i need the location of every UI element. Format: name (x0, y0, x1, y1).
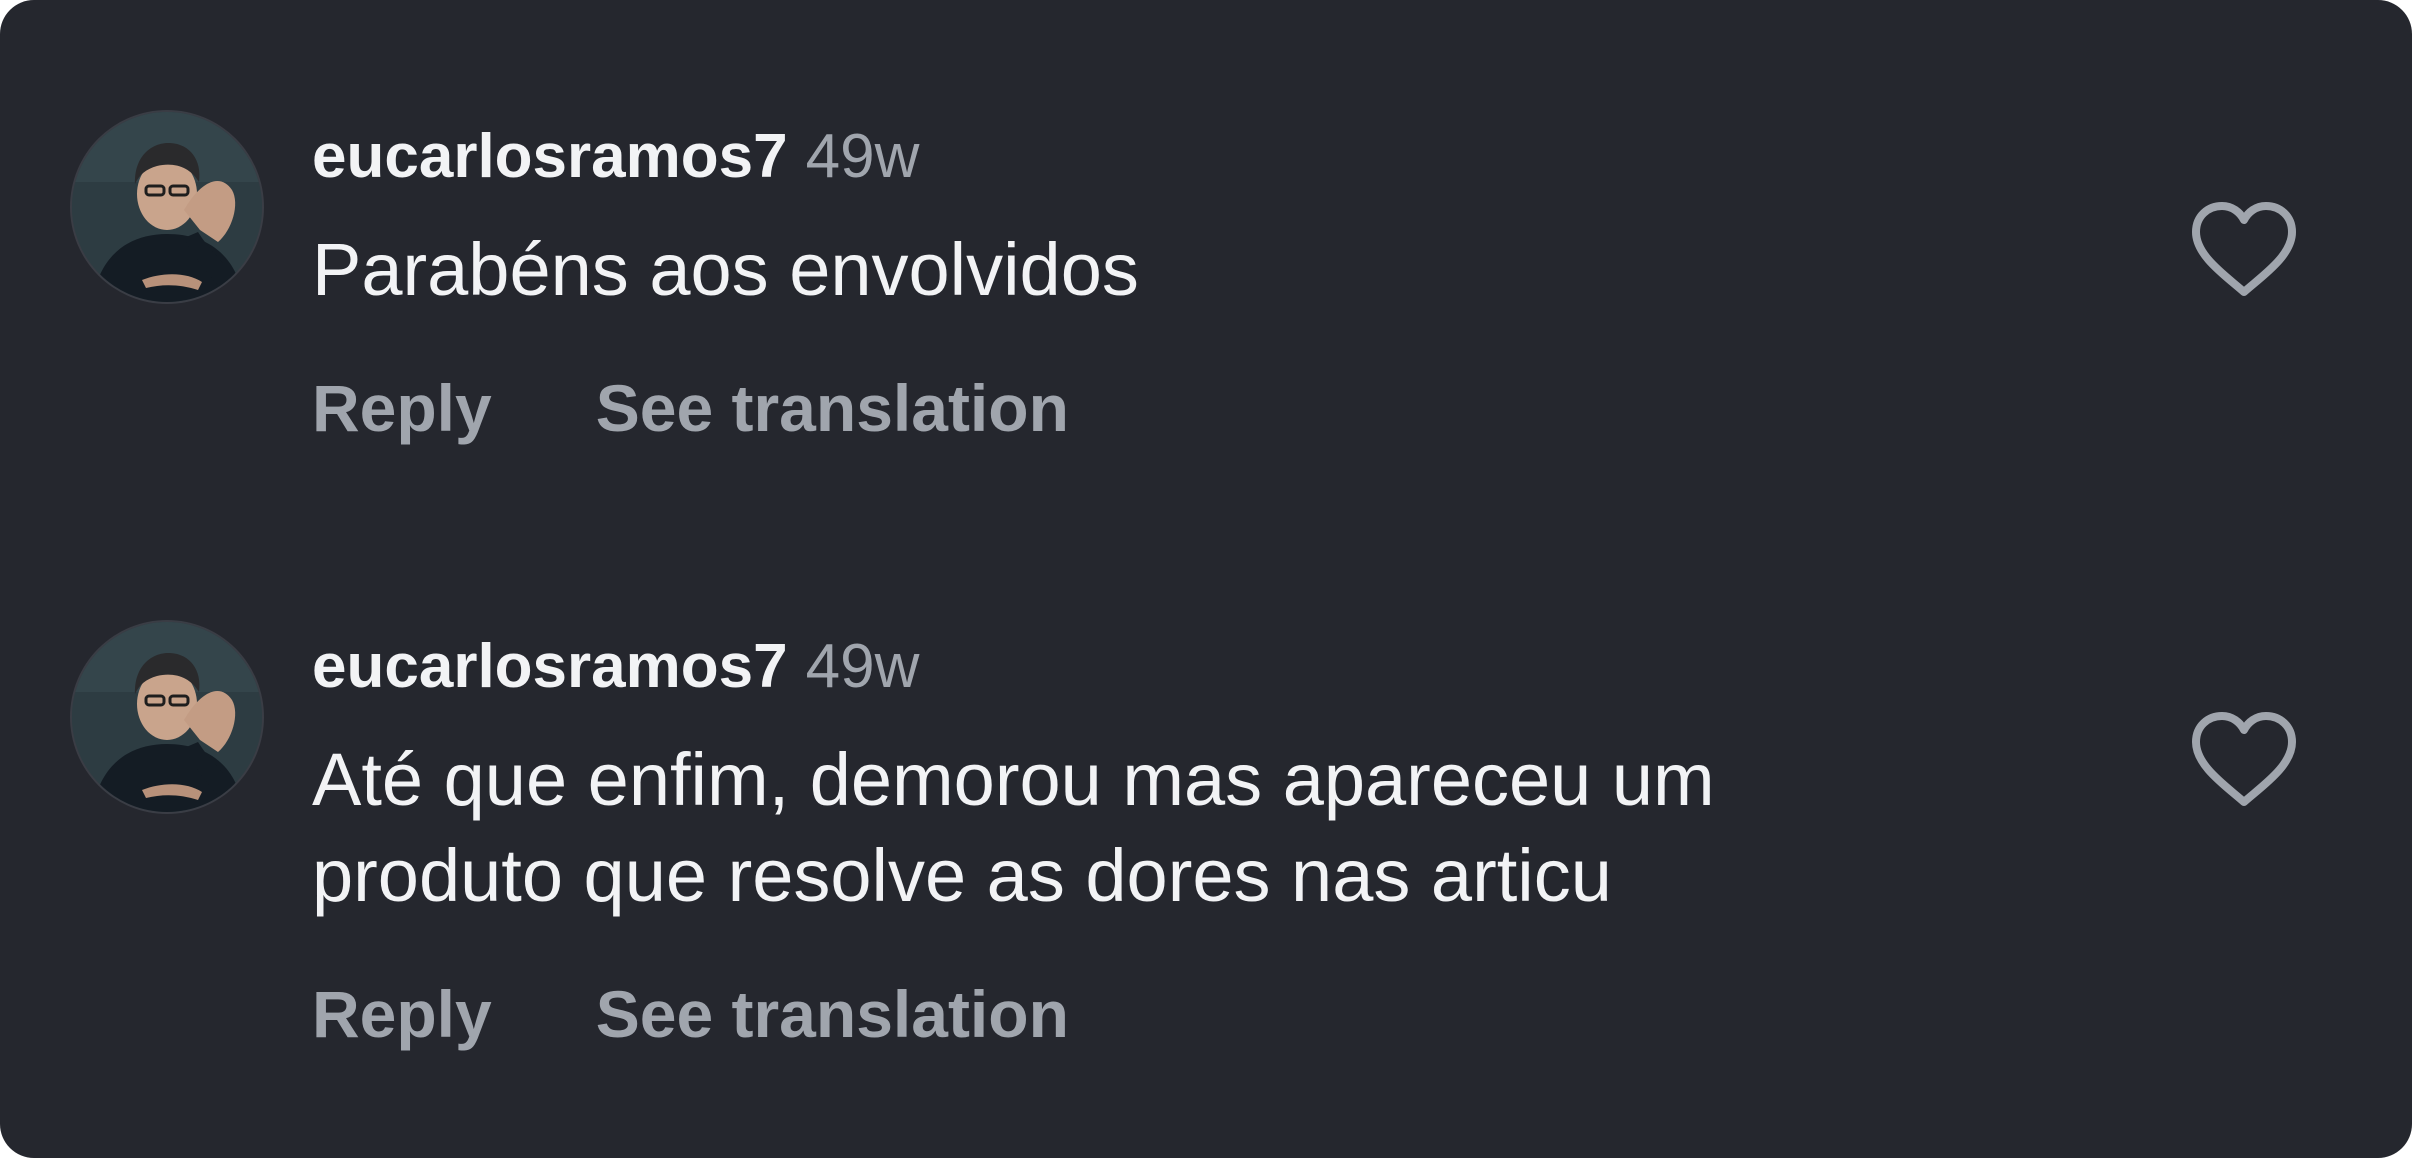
comments-panel: eucarlosramos7 49w Parabéns aos envolvido… (0, 0, 2412, 1158)
username-text[interactable]: eucarlosramos7 (312, 632, 788, 701)
avatar[interactable] (72, 622, 262, 812)
reply-button[interactable]: Reply (312, 976, 492, 1052)
comment-actions: Reply See translation (312, 370, 1069, 446)
like-button[interactable] (2188, 710, 2300, 810)
comment-timestamp: 49w (805, 632, 920, 701)
see-translation-button[interactable]: See translation (596, 370, 1069, 446)
avatar-photo (72, 622, 262, 812)
username-text[interactable]: eucarlosramos7 (312, 122, 788, 191)
heart-outline-icon (2192, 202, 2296, 296)
comment-timestamp: 49w (805, 122, 920, 191)
comment-text: Até que enfim, demorou mas apareceu um p… (312, 738, 1715, 917)
comment-username[interactable]: eucarlosramos7 49w (312, 122, 919, 192)
see-translation-button[interactable]: See translation (596, 976, 1069, 1052)
comment-username[interactable]: eucarlosramos7 49w (312, 632, 919, 702)
comment-text: Parabéns aos envolvidos (312, 228, 1139, 311)
like-button[interactable] (2188, 200, 2300, 300)
reply-button[interactable]: Reply (312, 370, 492, 446)
comment-actions: Reply See translation (312, 976, 1069, 1052)
avatar-photo (72, 112, 262, 302)
heart-outline-icon (2192, 712, 2296, 806)
avatar[interactable] (72, 112, 262, 302)
